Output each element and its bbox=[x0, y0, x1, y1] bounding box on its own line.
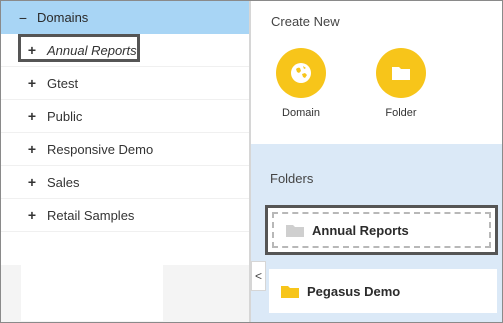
tree-item-public[interactable]: + Public bbox=[1, 100, 249, 133]
folder-yellow-icon bbox=[281, 285, 299, 298]
create-folder-button[interactable]: Folder bbox=[371, 48, 431, 119]
chevron-left-icon: < bbox=[254, 269, 262, 283]
tree-item-responsive-demo[interactable]: + Responsive Demo bbox=[1, 133, 249, 166]
create-new-title: Create New bbox=[271, 14, 340, 29]
folder-gray-icon bbox=[286, 224, 304, 237]
create-folder-label: Folder bbox=[385, 107, 417, 119]
tree-item-label: Gtest bbox=[47, 75, 79, 91]
folder-card-pegasus-demo[interactable]: Pegasus Demo bbox=[269, 269, 497, 313]
expand-icon[interactable]: + bbox=[27, 142, 37, 156]
tree-item-label: Responsive Demo bbox=[47, 141, 154, 157]
expand-icon[interactable]: + bbox=[27, 76, 37, 90]
tree-root-domains[interactable]: − Domains bbox=[1, 1, 249, 34]
expand-icon[interactable]: + bbox=[27, 109, 37, 123]
app-window: − Domains + Annual Reports + Gtest + Pub… bbox=[0, 0, 503, 323]
folders-section: Folders Annual Reports Pegasus Demo bbox=[251, 144, 502, 322]
tree-item-label: Sales bbox=[47, 174, 80, 190]
drop-target-outline: Annual Reports bbox=[272, 212, 491, 248]
tree-item-retail-samples[interactable]: + Retail Samples bbox=[1, 199, 249, 232]
tree-items: + Annual Reports + Gtest + Public + Resp… bbox=[1, 34, 249, 232]
tree-item-sales[interactable]: + Sales bbox=[1, 166, 249, 199]
tree-empty-area bbox=[1, 235, 249, 322]
tree-item-label: Annual Reports bbox=[47, 42, 137, 58]
tree-blank-panel bbox=[21, 235, 163, 321]
create-new-section: Create New Domain Folder bbox=[251, 1, 502, 144]
folders-title: Folders bbox=[270, 171, 314, 186]
expand-icon[interactable]: + bbox=[27, 208, 37, 222]
folder-card-label: Pegasus Demo bbox=[307, 283, 401, 299]
create-domain-button[interactable]: Domain bbox=[271, 48, 331, 119]
tree-item-label: Public bbox=[47, 108, 83, 124]
domain-tree: − Domains + Annual Reports + Gtest + Pub… bbox=[1, 1, 249, 322]
folder-icon[interactable] bbox=[376, 48, 426, 98]
folder-card-label: Annual Reports bbox=[312, 222, 409, 238]
tree-root-label: Domains bbox=[37, 10, 89, 25]
tree-item-gtest[interactable]: + Gtest bbox=[1, 67, 249, 100]
create-domain-label: Domain bbox=[282, 107, 320, 119]
folder-card-annual-reports[interactable]: Annual Reports bbox=[265, 205, 498, 255]
tree-item-annual-reports[interactable]: + Annual Reports bbox=[1, 34, 249, 67]
collapse-icon[interactable]: − bbox=[17, 11, 29, 25]
collapse-panel-button[interactable]: < bbox=[251, 261, 266, 291]
expand-icon[interactable]: + bbox=[27, 43, 37, 57]
content-pane: Create New Domain Folder Folders Annual … bbox=[251, 1, 502, 322]
globe-icon[interactable] bbox=[276, 48, 326, 98]
expand-icon[interactable]: + bbox=[27, 175, 37, 189]
tree-item-label: Retail Samples bbox=[47, 207, 135, 223]
